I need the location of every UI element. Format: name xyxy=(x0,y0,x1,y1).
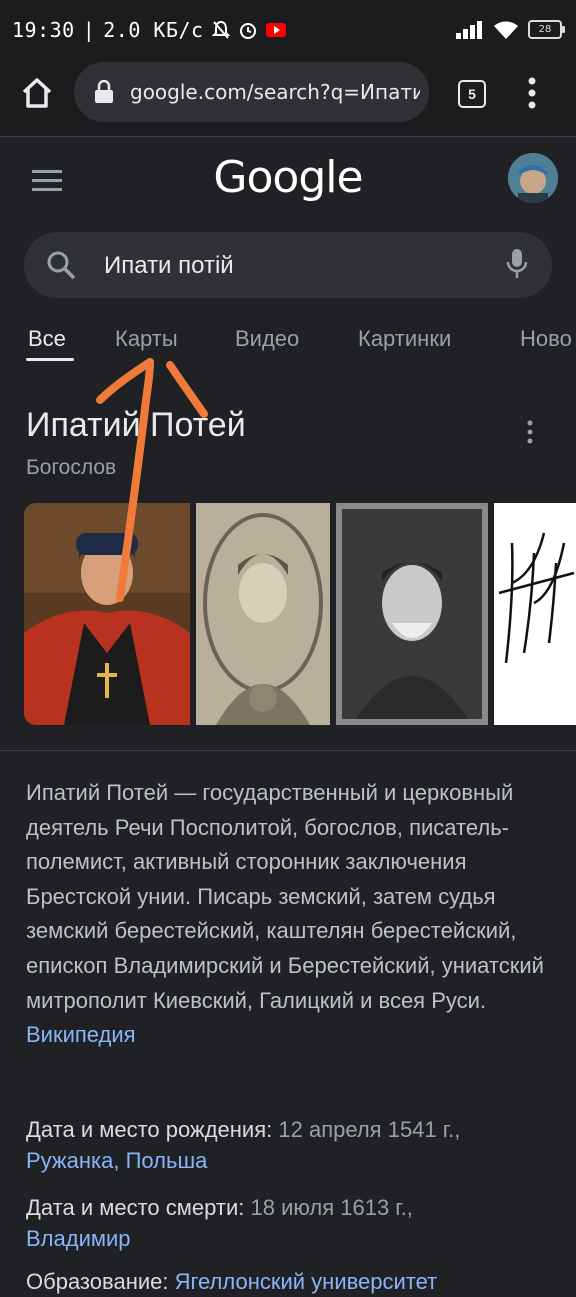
wikipedia-link[interactable]: Википедия xyxy=(26,1022,136,1047)
fact-value: 18 июля 1613 г., xyxy=(250,1195,413,1220)
alarm-icon xyxy=(239,23,256,39)
tab-news[interactable]: Ново xyxy=(520,326,572,352)
fact-link-education[interactable]: Ягеллонский университет xyxy=(175,1269,438,1294)
tab-maps[interactable]: Карты xyxy=(115,326,178,352)
signature-image[interactable] xyxy=(494,503,576,725)
entity-subtitle: Богослов xyxy=(26,456,117,479)
microphone-icon[interactable] xyxy=(506,248,528,280)
search-tabs: Все Карты Видео Картинки Ново xyxy=(0,324,576,368)
google-logo[interactable]: Google xyxy=(0,152,576,203)
status-bar: 19:30 | 2.0 КБ/с 28 xyxy=(0,0,576,62)
lock-icon xyxy=(95,80,113,103)
fact-label: Образование: xyxy=(26,1269,169,1294)
network-speed: 2.0 КБ/с xyxy=(103,18,204,42)
tab-video[interactable]: Видео xyxy=(235,326,299,352)
entity-description: Ипатий Потей — государственный и церковн… xyxy=(26,776,550,1053)
browser-toolbar: google.com/search?q=Ипати потій 5 xyxy=(0,62,576,137)
portrait-image-3[interactable] xyxy=(336,503,488,725)
tab-switcher-button[interactable]: 5 xyxy=(458,80,486,108)
fact-label: Дата и место рождения: xyxy=(26,1117,273,1142)
status-time: 19:30 xyxy=(12,18,75,42)
section-divider xyxy=(0,750,576,751)
search-icon[interactable] xyxy=(46,250,76,280)
wifi-icon xyxy=(494,21,518,39)
portrait-image-1[interactable] xyxy=(24,503,190,725)
battery-icon: 28 xyxy=(528,20,565,39)
url-text[interactable]: google.com/search?q=Ипати потій xyxy=(130,80,420,104)
status-right: 28 xyxy=(456,20,565,39)
fact-label: Дата и место смерти: xyxy=(26,1195,245,1220)
fact-birth: Дата и место рождения: 12 апреля 1541 г.… xyxy=(26,1114,550,1176)
more-options-icon[interactable] xyxy=(526,420,534,444)
youtube-notification-icon xyxy=(265,23,286,37)
signal-icon xyxy=(456,20,482,39)
fact-value: 12 апреля 1541 г., xyxy=(278,1117,461,1142)
search-input[interactable]: Ипати потій xyxy=(104,252,234,280)
tab-images[interactable]: Картинки xyxy=(358,326,451,352)
fact-link-deathplace[interactable]: Владимир xyxy=(26,1226,131,1251)
entity-title: Ипатий Потей xyxy=(26,406,246,444)
tab-all[interactable]: Все xyxy=(28,326,66,352)
account-avatar[interactable] xyxy=(508,153,558,203)
search-box[interactable]: Ипати потій xyxy=(24,232,552,298)
home-icon[interactable] xyxy=(20,76,54,110)
browser-menu-icon[interactable] xyxy=(524,76,540,110)
description-text: Ипатий Потей — государственный и церковн… xyxy=(26,780,544,1013)
status-left: 19:30 | 2.0 КБ/с xyxy=(12,18,286,42)
active-tab-indicator xyxy=(26,358,74,361)
fact-link-birthplace[interactable]: Ружанка, Польша xyxy=(26,1148,207,1173)
mute-icon xyxy=(211,20,230,39)
fact-education: Образование: Ягеллонский университет xyxy=(26,1266,550,1297)
image-carousel[interactable] xyxy=(24,503,576,725)
fact-death: Дата и место смерти: 18 июля 1613 г., Вл… xyxy=(26,1192,550,1254)
portrait-image-2[interactable] xyxy=(196,503,330,725)
url-bar[interactable]: google.com/search?q=Ипати потій xyxy=(74,62,429,122)
